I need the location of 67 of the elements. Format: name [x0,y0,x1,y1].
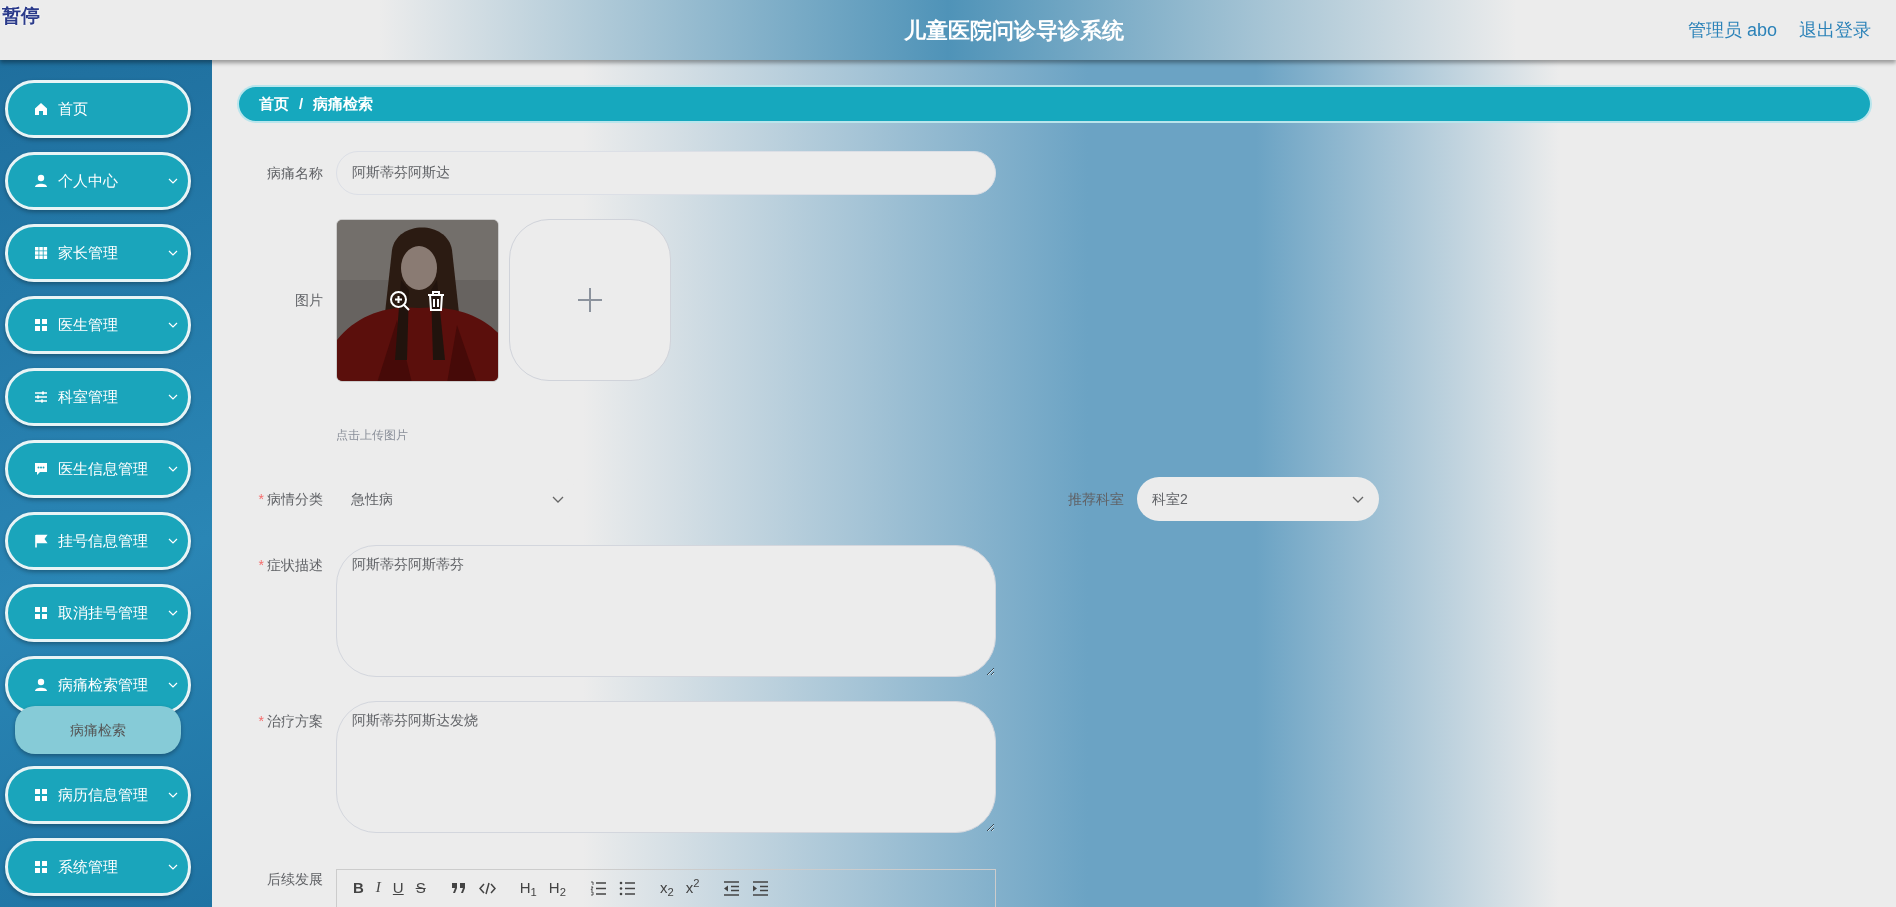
field-label: 推荐科室 [1068,489,1124,509]
toolbar-button[interactable]: x$_{2}$ [659,880,674,895]
chevron-down-icon [552,495,564,503]
grid-icon [34,246,48,260]
toolbar-button[interactable] [478,880,496,897]
grid-icon [34,860,48,874]
toolbar-button[interactable]: U [392,880,404,895]
text-area[interactable]: 阿斯蒂芬阿斯达发烧 [336,701,996,833]
menu-item[interactable]: 科室管理 [5,368,191,426]
field-label: 治疗方案 [267,712,323,731]
menu-item[interactable]: 系统管理 [5,838,191,896]
home-icon [34,102,48,116]
menu-item[interactable]: 医生管理 [5,296,191,354]
toolbar-button[interactable] [752,880,770,897]
indent-icon [752,880,770,897]
toolbar-button[interactable]: B [353,880,364,895]
grid-icon [34,318,48,332]
code-icon [478,880,496,897]
toolbar-button[interactable]: x$^{2}$ [685,880,700,895]
submenu-item[interactable]: 病痛检索 [15,706,181,754]
breadcrumb-link[interactable]: 首页 [259,92,289,116]
pause-label: 暂停 [2,4,40,28]
menu-item[interactable]: 家长管理 [5,224,191,282]
field-label: 病痛名称 [267,163,323,183]
zoom-in-icon [388,289,411,312]
app-title: 儿童医院问诊导诊系统 [903,16,1124,45]
toolbar-button[interactable] [589,880,607,897]
required-mark: * [258,556,264,575]
menu-item[interactable]: 挂号信息管理 [5,512,191,570]
chat-bubble-icon [34,462,48,476]
text-input[interactable]: 阿斯蒂芬阿斯达 [336,151,996,195]
grid-icon [34,788,48,802]
breadcrumb-separator: / [299,93,304,114]
field-label: 图片 [295,291,323,310]
toolbar-button[interactable] [618,880,636,897]
plus-icon [576,286,604,314]
toolbar-button[interactable]: H$_{1}$ [519,880,537,895]
menu-item[interactable]: 病历信息管理 [5,766,191,824]
sliders-icon [34,390,48,404]
person-icon [34,678,48,692]
menu-item[interactable]: 首页 [5,80,191,138]
required-mark: * [258,489,264,509]
person-icon [34,174,48,188]
breadcrumb-link[interactable]: 病痛检索 [313,92,374,116]
zoom-in-button[interactable] [388,289,411,312]
field-label: 后续发展 [267,870,323,889]
toolbar-button[interactable]: I [375,880,381,895]
logout-link[interactable]: 退出登录 [1799,16,1871,44]
chevron-down-icon [1352,495,1364,503]
numbered-list-icon [589,880,607,897]
user-name: 管理员 abo [1687,18,1777,42]
outdent-icon [723,880,741,897]
toolbar-button[interactable] [723,880,741,897]
menu-item[interactable]: 取消挂号管理 [5,584,191,642]
flag-icon [34,534,48,548]
bullet-list-icon [618,880,636,897]
menu-item[interactable]: 医生信息管理 [5,440,191,498]
required-mark: * [258,712,264,731]
menu-item[interactable]: 个人中心 [5,152,191,210]
grid-icon [34,606,48,620]
select-field[interactable]: 科室2 [1137,477,1379,521]
toolbar-button[interactable]: H$_{2}$ [548,880,566,895]
upload-hint: 点击上传图片 [336,427,408,444]
field-label: 病情分类 [267,489,323,509]
toolbar-button[interactable]: S [415,880,426,895]
field-label: 症状描述 [267,556,323,575]
text-area[interactable]: 阿斯蒂芬阿斯蒂芬 [336,545,996,677]
